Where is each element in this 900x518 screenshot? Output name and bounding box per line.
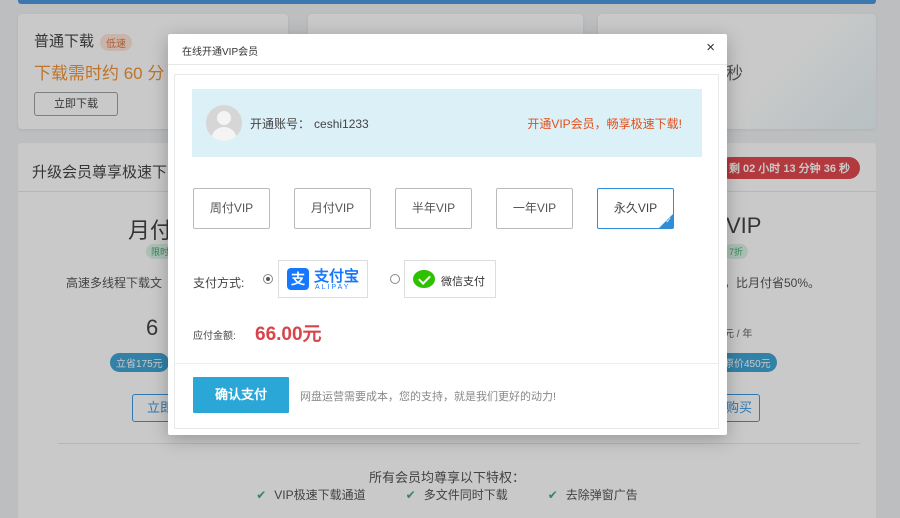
wechat-radio[interactable] bbox=[390, 274, 400, 284]
amount-value: 66.00元 bbox=[255, 324, 322, 345]
account-name: ceshi1233 bbox=[314, 117, 369, 131]
plan-options: 周付VIP 月付VIP 半年VIP 一年VIP 永久VIP ✓ bbox=[193, 188, 674, 229]
alipay-radio[interactable] bbox=[263, 274, 273, 284]
account-label: 开通账号： ceshi1233 bbox=[250, 117, 369, 131]
selected-check-icon: ✓ bbox=[665, 216, 672, 225]
close-icon[interactable]: × bbox=[706, 40, 715, 56]
modal-body: 开通账号： ceshi1233 开通VIP会员，畅享极速下载! 周付VIP 月付V… bbox=[174, 74, 719, 429]
vip-purchase-modal: 在线开通VIP会员 × 开通账号： ceshi1233 开通VIP会员，畅享极速下… bbox=[168, 34, 727, 435]
alipay-icon: 支 bbox=[287, 268, 309, 290]
plan-lifetime[interactable]: 永久VIP ✓ bbox=[597, 188, 674, 229]
confirm-payment-button[interactable]: 确认支付 bbox=[193, 377, 289, 413]
amount-label: 应付金额: bbox=[193, 331, 236, 342]
alipay-option[interactable]: 支 支付宝 ALIPAY bbox=[278, 260, 368, 298]
divider bbox=[175, 363, 718, 364]
alipay-sub: ALIPAY bbox=[315, 284, 351, 291]
alipay-name: 支付宝 bbox=[314, 268, 360, 285]
payment-label: 支付方式: bbox=[193, 276, 245, 290]
modal-title: 在线开通VIP会员 bbox=[182, 47, 259, 58]
plan-weekly[interactable]: 周付VIP bbox=[193, 188, 270, 229]
wechat-name: 微信支付 bbox=[441, 276, 485, 288]
wechat-pay-icon bbox=[413, 270, 435, 288]
promo-text: 开通VIP会员，畅享极速下载! bbox=[527, 117, 682, 131]
divider bbox=[168, 64, 727, 65]
plan-half-year[interactable]: 半年VIP bbox=[395, 188, 472, 229]
plan-monthly[interactable]: 月付VIP bbox=[294, 188, 371, 229]
plan-yearly[interactable]: 一年VIP bbox=[496, 188, 573, 229]
confirm-note: 网盘运营需要成本，您的支持，就是我们更好的动力! bbox=[300, 391, 557, 403]
account-box: 开通账号： ceshi1233 开通VIP会员，畅享极速下载! bbox=[192, 89, 702, 157]
wechat-option[interactable]: 微信支付 bbox=[404, 260, 496, 298]
avatar bbox=[206, 105, 242, 141]
